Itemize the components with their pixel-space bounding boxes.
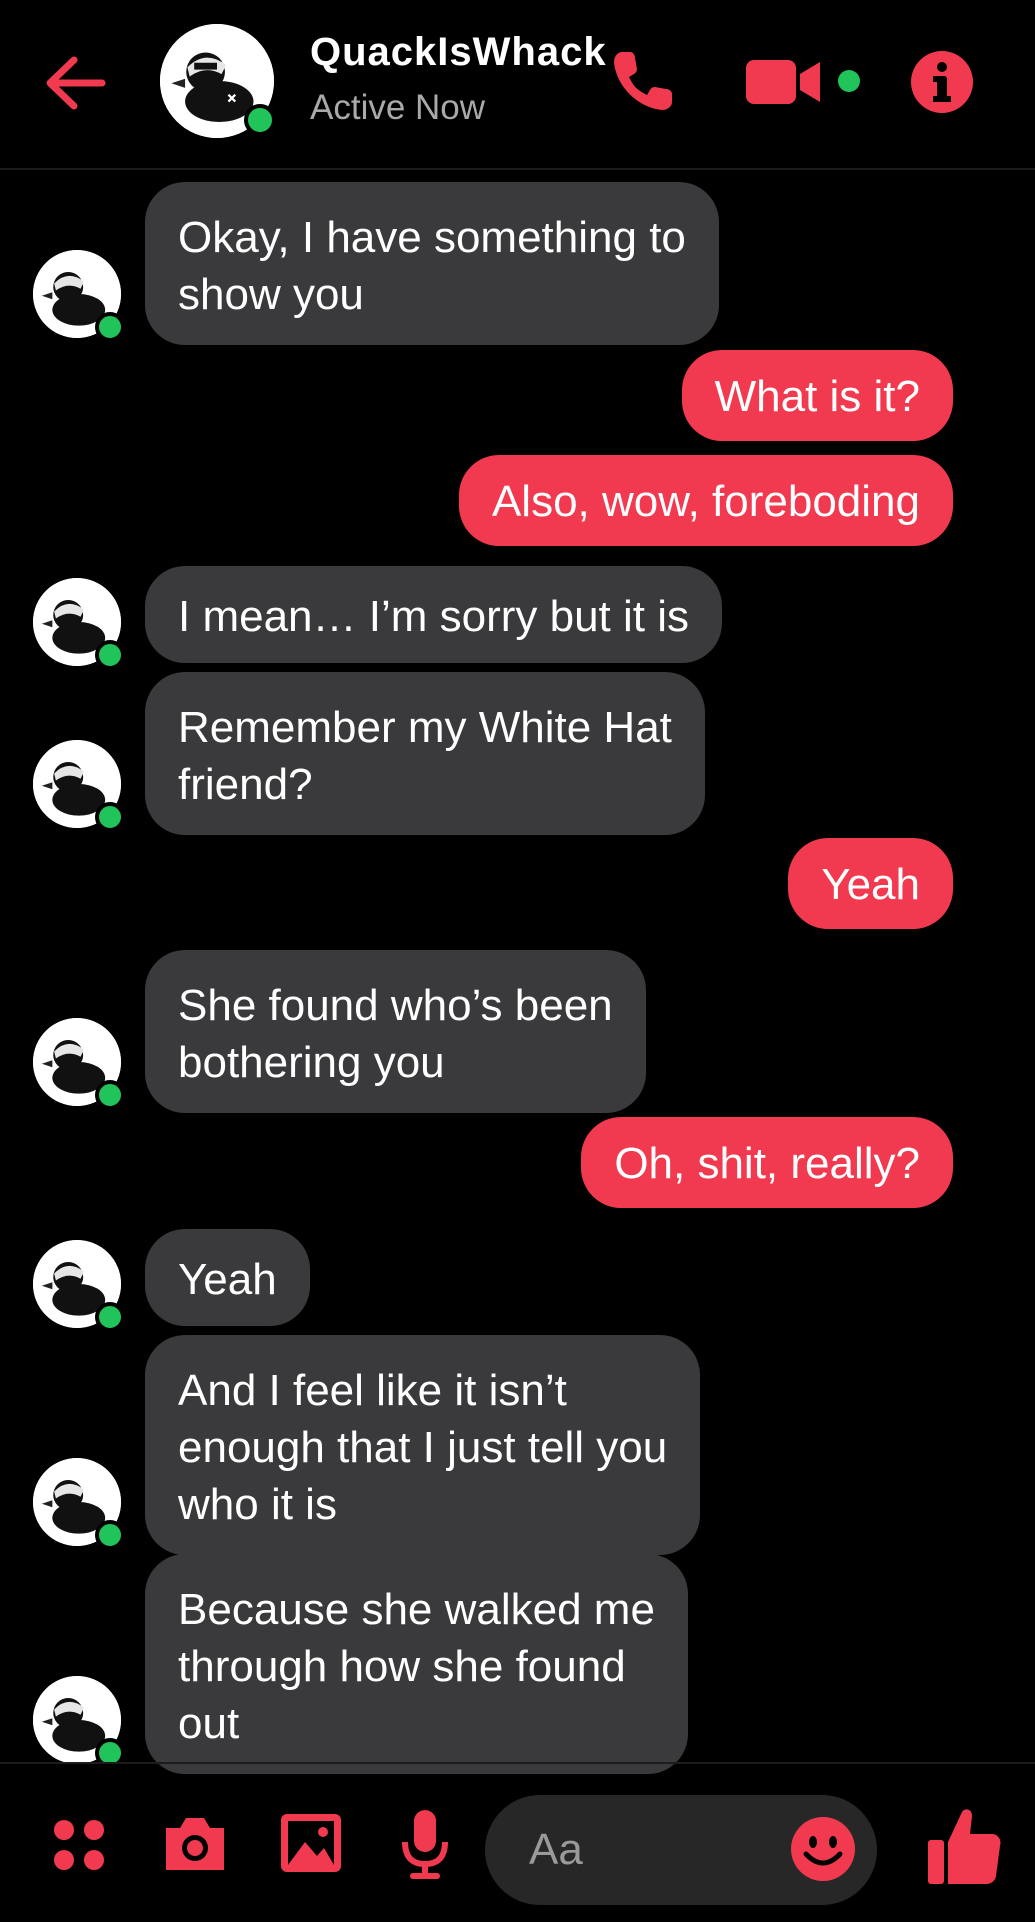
- presence-dot: [95, 640, 125, 670]
- presence-dot: [95, 1520, 125, 1550]
- incoming-message[interactable]: Because she walked me through how she fo…: [145, 1554, 688, 1774]
- message-line: enough that I just tell you: [178, 1423, 668, 1472]
- message-line: Yeah: [178, 1255, 277, 1304]
- message-line: Yeah: [821, 860, 920, 909]
- presence-dot: [95, 1080, 125, 1110]
- smiley-icon[interactable]: [790, 1816, 856, 1882]
- sender-avatar[interactable]: [33, 740, 125, 832]
- message-line: She found who’s been: [178, 981, 613, 1030]
- outgoing-message[interactable]: Yeah: [788, 838, 953, 929]
- message-line: What is it?: [714, 372, 920, 421]
- outgoing-message[interactable]: Also, wow, foreboding: [458, 455, 953, 546]
- chat-header: QuackIsWhack Active Now: [0, 0, 1035, 170]
- sender-avatar[interactable]: [33, 578, 125, 670]
- presence-dot: [244, 104, 276, 136]
- message-line: Okay, I have something to: [178, 213, 686, 262]
- presence-dot: [95, 1302, 125, 1332]
- message-line: out: [178, 1699, 240, 1748]
- back-arrow-icon[interactable]: [40, 48, 110, 118]
- message-line: Also, wow, foreboding: [491, 477, 920, 526]
- message-line: And I feel like it isn’t: [178, 1366, 567, 1415]
- thumbs-up-icon[interactable]: [926, 1806, 1002, 1886]
- message-line: friend?: [178, 760, 313, 809]
- outgoing-message[interactable]: What is it?: [681, 350, 953, 441]
- image-icon[interactable]: [279, 1812, 343, 1874]
- message-line: show you: [178, 270, 364, 319]
- online-indicator-dot: [838, 70, 860, 92]
- presence-dot: [95, 312, 125, 342]
- incoming-message[interactable]: And I feel like it isn’t enough that I j…: [145, 1335, 701, 1555]
- incoming-message[interactable]: Okay, I have something to show you: [145, 182, 719, 345]
- sender-avatar[interactable]: [33, 1676, 125, 1768]
- four-dots-icon[interactable]: [52, 1818, 106, 1872]
- message-line: bothering you: [178, 1038, 445, 1087]
- contact-avatar[interactable]: [160, 24, 276, 138]
- incoming-message[interactable]: She found who’s been bothering you: [145, 950, 646, 1113]
- outgoing-message[interactable]: Oh, shit, really?: [581, 1117, 953, 1208]
- message-line: who it is: [178, 1480, 337, 1529]
- incoming-message[interactable]: I mean… I’m sorry but it is: [145, 566, 723, 663]
- message-line: I mean… I’m sorry but it is: [178, 592, 690, 641]
- microphone-icon[interactable]: [400, 1810, 450, 1880]
- active-status: Active Now: [310, 88, 486, 127]
- message-line: through how she found: [178, 1642, 626, 1691]
- incoming-message[interactable]: Yeah: [145, 1229, 310, 1326]
- incoming-message[interactable]: Remember my White Hat friend?: [145, 672, 705, 835]
- sender-avatar[interactable]: [33, 1018, 125, 1110]
- sender-avatar[interactable]: [33, 1458, 125, 1550]
- contact-name: QuackIsWhack: [310, 30, 607, 74]
- info-icon[interactable]: [910, 50, 974, 114]
- presence-dot: [95, 802, 125, 832]
- phone-icon[interactable]: [608, 44, 680, 116]
- message-line: Because she walked me: [178, 1585, 655, 1634]
- sender-avatar[interactable]: [33, 1240, 125, 1332]
- sender-avatar[interactable]: [33, 250, 125, 342]
- message-line: Oh, shit, really?: [614, 1139, 920, 1188]
- message-line: Remember my White Hat: [178, 703, 672, 752]
- video-camera-icon[interactable]: [746, 58, 820, 106]
- camera-icon[interactable]: [162, 1814, 228, 1874]
